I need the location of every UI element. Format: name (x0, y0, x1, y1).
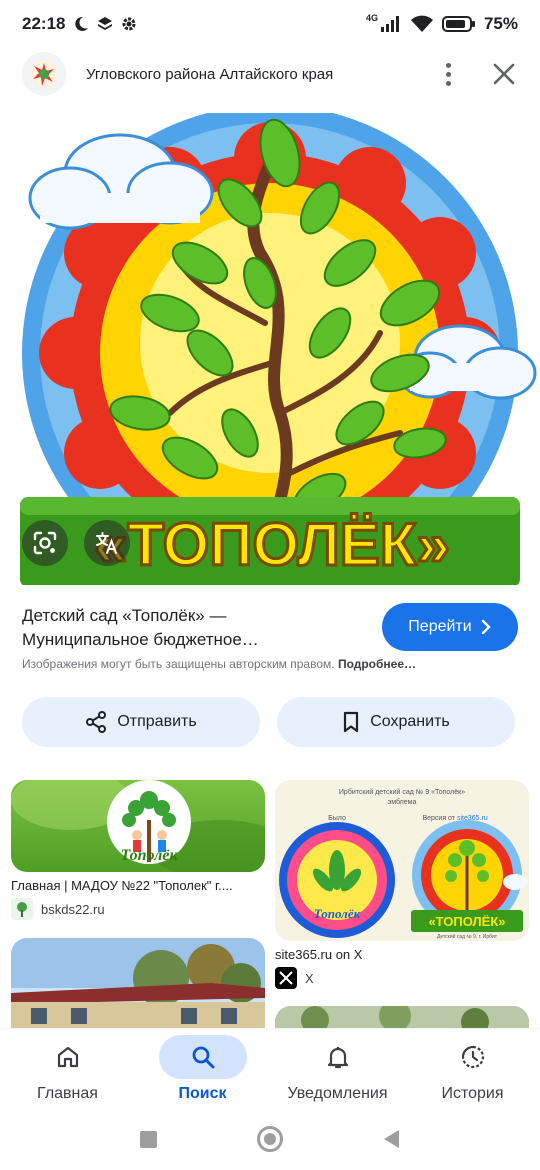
battery-icon (441, 16, 475, 32)
card2-source[interactable]: X (275, 967, 314, 989)
lens-search-button[interactable] (22, 520, 68, 566)
card2-header-line1: Ирбитский детский сад № 9 «Тополёк» (339, 788, 465, 796)
nav-home-label: Главная (37, 1085, 98, 1102)
nav-history-label: История (441, 1085, 504, 1102)
close-icon[interactable] (490, 60, 518, 88)
trees-photo-thumb (275, 1006, 529, 1028)
visit-site-button[interactable]: Перейти (382, 603, 518, 651)
card1-source-name: bskds22.ru (41, 901, 105, 917)
visit-label: Перейти (408, 618, 472, 635)
card2-old-logo-text: Тополёк (314, 906, 361, 921)
hero-logo-text: «ТОПОЛЁК» (94, 511, 450, 578)
status-time: 22:18 (22, 14, 66, 33)
site-favicon[interactable] (22, 52, 66, 96)
home-circle-icon[interactable] (257, 1126, 283, 1152)
system-navigation-bar (0, 1110, 540, 1170)
nav-notifications-label: Уведомления (287, 1085, 388, 1102)
card2-footer-text: Детский сад № 9, г. Ирбит (437, 933, 498, 940)
building-photo-thumb (11, 938, 265, 1028)
x-logo-icon (275, 967, 297, 989)
related-image-card-3[interactable] (11, 938, 265, 1028)
card1-logo-text: Тополёк (120, 847, 178, 864)
save-label: Сохранить (370, 713, 450, 730)
translate-icon (96, 532, 117, 554)
card1-source[interactable]: bskds22.ru (11, 898, 105, 920)
layers-icon (98, 17, 113, 30)
dnd-moon-icon (75, 16, 89, 31)
more-dots-icon (445, 62, 451, 68)
result-title-line2: Муниципальное бюджетное… (22, 630, 259, 649)
bookmark-icon (344, 711, 359, 733)
copyright-text: Изображения могут быть защищены авторски… (22, 657, 335, 671)
battery-level: 75% (483, 14, 518, 33)
card2-source-name: X (305, 970, 314, 986)
search-icon (192, 1046, 214, 1069)
status-bar: 22:18 4G 75% (0, 0, 540, 48)
more-info-link[interactable]: Подробнее… (338, 657, 416, 671)
card2-new-logo-text: «ТОПОЛЁК» (428, 914, 505, 929)
related-image-card-4[interactable] (275, 1006, 529, 1028)
nav-home[interactable]: Главная (0, 1029, 135, 1111)
recent-apps-icon[interactable] (140, 1131, 157, 1148)
card1-caption[interactable]: Главная | МАДОУ №22 "Тополек" г.... (11, 878, 265, 893)
nav-notifications[interactable]: Уведомления (270, 1029, 405, 1111)
nav-search-label: Поиск (178, 1085, 227, 1102)
share-button[interactable]: Отправить (22, 697, 260, 747)
settings-gear-icon (122, 17, 136, 31)
topolek-logo-image: «ТОПОЛЁК» (20, 113, 537, 585)
hero-image[interactable]: «ТОПОЛЁК» (0, 113, 540, 585)
nav-history[interactable]: История (405, 1029, 540, 1111)
card2-was-label: Было (328, 815, 346, 822)
translate-button[interactable] (84, 520, 130, 566)
emblem-comparison-thumb: Ирбитский детский сад № 9 «Тополёк» эмбл… (279, 788, 527, 940)
viewer-header: Угловского района Алтайского края (0, 48, 540, 100)
bell-icon (327, 1047, 348, 1069)
home-icon (57, 1046, 78, 1068)
signal-icon (380, 16, 399, 32)
card2-header-line2: эмблема (388, 798, 417, 806)
lens-icon (33, 531, 57, 555)
nav-search[interactable]: Поиск (135, 1029, 270, 1111)
result-title[interactable]: Детский сад «Тополёк» — Муниципальное бю… (22, 604, 362, 652)
back-triangle-icon[interactable] (382, 1128, 400, 1150)
share-icon (86, 711, 107, 733)
related-image-card-2[interactable]: Ирбитский детский сад № 9 «Тополёк» эмбл… (275, 780, 529, 941)
result-title-line1: Детский сад «Тополёк» — (22, 606, 227, 625)
card2-version-label: Версия от (422, 815, 455, 822)
page-title: Угловского района Алтайского края (86, 65, 334, 83)
save-button[interactable]: Сохранить (277, 697, 515, 747)
bskds22-favicon (11, 898, 33, 920)
copyright-notice: Изображения могут быть защищены авторски… (22, 657, 522, 671)
bottom-navigation: Главная Поиск Уведомления История (0, 1028, 540, 1110)
wifi-icon (410, 15, 433, 32)
network-type: 4G (365, 13, 378, 23)
related-image-card-1[interactable]: Тополёк (11, 780, 265, 872)
history-icon (461, 1045, 484, 1069)
card2-caption[interactable]: site365.ru on X (275, 947, 529, 962)
more-options-button[interactable] (436, 54, 460, 94)
chevron-right-icon (481, 620, 491, 634)
kindergarten-logo-thumb: Тополёк (11, 780, 265, 872)
share-label: Отправить (117, 713, 197, 730)
